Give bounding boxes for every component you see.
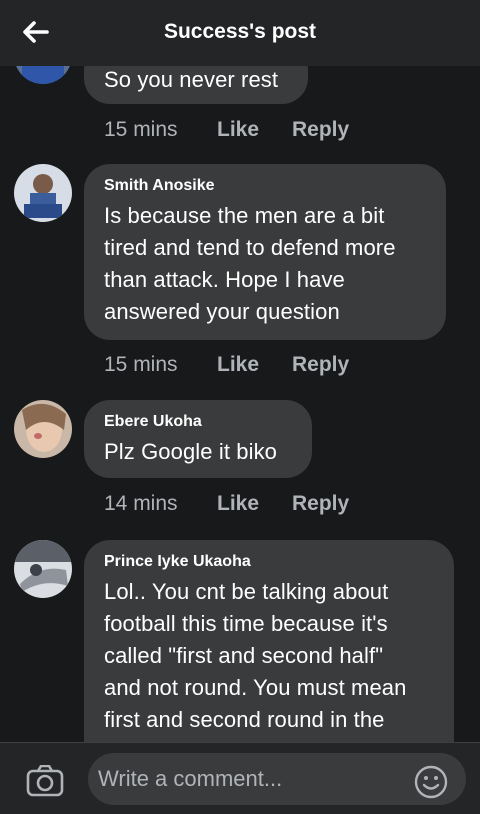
- comment-author[interactable]: Ebere Ukoha: [104, 412, 292, 432]
- comment-bubble[interactable]: Smith Anosike Is because the men are a b…: [84, 164, 446, 340]
- comment-text-line: Is because the men are a bit: [104, 203, 385, 228]
- comment-actions: 15 mins Like Reply: [104, 353, 349, 377]
- comment-text-line: answered your question: [104, 299, 340, 324]
- comment-bubble[interactable]: Ebere Ukoha Plz Google it biko: [84, 400, 312, 478]
- avatar[interactable]: [14, 66, 72, 84]
- comment-time: 15 mins: [104, 353, 178, 376]
- comment-text: Plz Google it biko: [104, 439, 277, 464]
- emoji-icon: [414, 765, 448, 799]
- comment-input[interactable]: [88, 753, 466, 805]
- reply-button[interactable]: Reply: [292, 353, 349, 377]
- comment-bubble[interactable]: So you never rest: [84, 66, 308, 104]
- avatar[interactable]: [14, 540, 72, 598]
- comment-actions: 14 mins Like Reply: [104, 492, 349, 516]
- like-button[interactable]: Like: [217, 353, 292, 377]
- avatar[interactable]: [14, 164, 72, 222]
- comment-actions: 15 mins Like Reply: [104, 118, 349, 142]
- like-button[interactable]: Like: [217, 118, 292, 142]
- camera-icon: [26, 764, 64, 797]
- header-bar: Success's post: [0, 0, 480, 66]
- comment-text: So you never rest: [104, 67, 279, 92]
- emoji-button[interactable]: [414, 765, 448, 799]
- comment-time: 15 mins: [104, 118, 178, 141]
- comments-feed[interactable]: So you never rest 15 mins Like Reply Smi…: [0, 66, 480, 742]
- comment-text-line: first and second round in the: [104, 707, 385, 732]
- comment-text-line: called "first and second half": [104, 643, 384, 668]
- comment-text-line: football this time because it's: [104, 611, 388, 636]
- page-title: Success's post: [163, 20, 317, 43]
- like-button[interactable]: Like: [217, 492, 292, 516]
- camera-button[interactable]: [26, 764, 64, 797]
- comment-bubble[interactable]: Prince Iyke Ukaoha Lol.. You cnt be talk…: [84, 540, 454, 742]
- reply-button[interactable]: Reply: [292, 118, 349, 142]
- comment-text-line: tired and tend to defend more: [104, 235, 396, 260]
- comment-author[interactable]: Smith Anosike: [104, 176, 426, 196]
- comment-text-line: and not round. You must mean: [104, 675, 407, 700]
- comment-time: 14 mins: [104, 492, 178, 515]
- comment-author[interactable]: Prince Iyke Ukaoha: [104, 552, 434, 572]
- avatar[interactable]: [14, 400, 72, 458]
- comment-text-line: Lol.. You cnt be talking about: [104, 579, 389, 604]
- comment-text-line: than attack. Hope I have: [104, 267, 345, 292]
- comment-composer: [0, 742, 480, 814]
- reply-button[interactable]: Reply: [292, 492, 349, 516]
